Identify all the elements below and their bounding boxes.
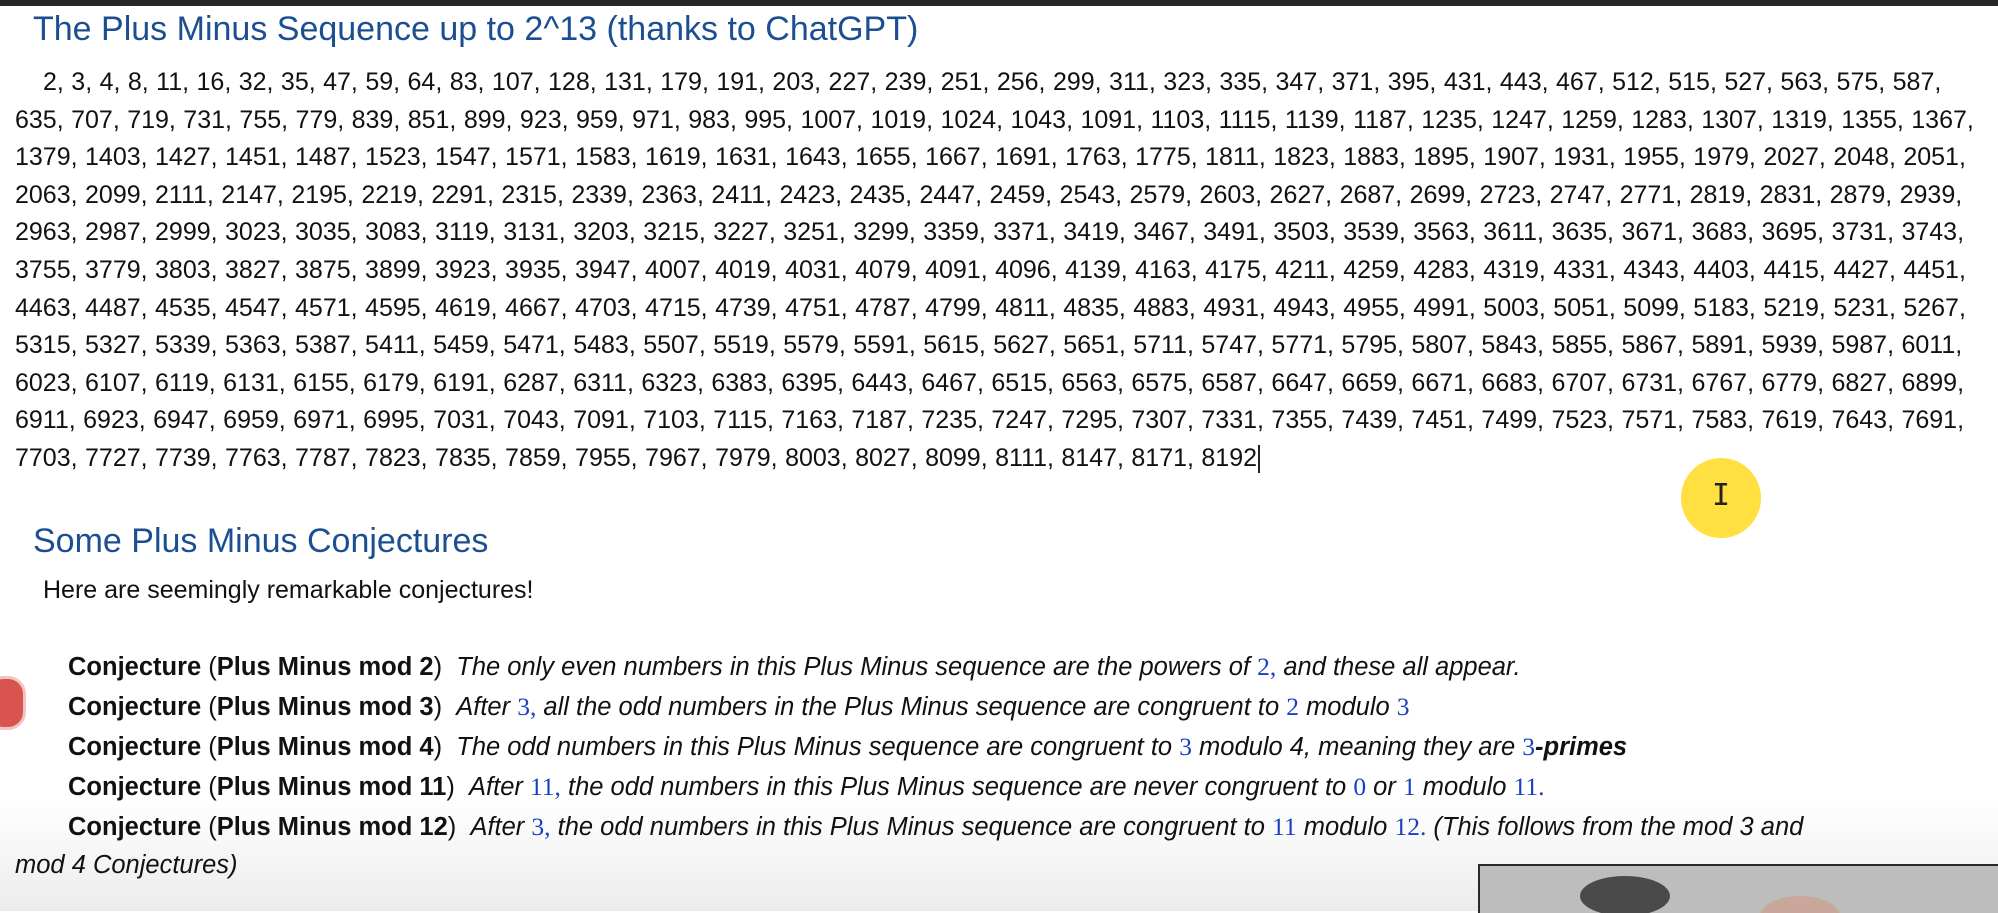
conjecture-mod-12: Conjecture (Plus Minus mod 12) After 3, … <box>68 812 1803 842</box>
conjecture-continuation: mod 4 Conjectures) <box>15 851 238 879</box>
intro-text: Here are seemingly remarkable conjecture… <box>43 576 534 604</box>
conjecture-label: Conjecture <box>68 693 202 721</box>
conjecture-text: After <box>456 693 511 721</box>
conjecture-text: After <box>469 773 523 801</box>
conjecture-text: modulo <box>1422 773 1507 801</box>
paren-open: ( <box>208 653 217 681</box>
conjecture-label: Conjecture <box>68 733 202 761</box>
conjecture-label: Conjecture <box>68 813 202 841</box>
conjecture-text: the odd numbers in this Plus Minus seque… <box>568 773 1347 801</box>
sequence-list[interactable]: 2, 3, 4, 8, 11, 16, 32, 35, 47, 59, 64, … <box>15 64 1995 478</box>
conjecture-name: Plus Minus mod 4 <box>216 733 434 761</box>
math-number: 12. <box>1394 812 1427 841</box>
math-number: 3 <box>1396 692 1410 721</box>
sequence-text: 2, 3, 4, 8, 11, 16, 32, 35, 47, 59, 64, … <box>15 68 1974 472</box>
math-number: 3 <box>1179 732 1192 761</box>
text-caret <box>1258 445 1261 474</box>
conjecture-text: and these all appear. <box>1283 653 1521 681</box>
conjecture-text: or <box>1373 773 1396 801</box>
conjecture-name: Plus Minus mod 11 <box>216 773 447 801</box>
text-cursor-icon: I <box>1712 478 1731 513</box>
conjecture-mod-2: Conjecture (Plus Minus mod 2) The only e… <box>68 652 1521 682</box>
page-title: The Plus Minus Sequence up to 2^13 (than… <box>33 10 919 48</box>
conjecture-text: modulo <box>1306 693 1390 721</box>
paren-close: ) <box>433 693 443 721</box>
conjecture-label: Conjecture <box>68 653 202 681</box>
webcam-overlay <box>1478 864 1998 913</box>
conjecture-text-bold: -primes <box>1535 733 1628 761</box>
conjecture-name: Plus Minus mod 3 <box>216 693 434 721</box>
conjecture-mod-3: Conjecture (Plus Minus mod 3) After 3, a… <box>68 692 1410 722</box>
conjecture-name: Plus Minus mod 2 <box>216 653 434 681</box>
paren-open: ( <box>208 693 217 721</box>
paren-close: ) <box>446 773 455 801</box>
conjecture-mod-11: Conjecture (Plus Minus mod 11) After 11,… <box>68 772 1544 802</box>
math-number: 0 <box>1353 772 1367 801</box>
conjecture-text: modulo <box>1303 813 1388 841</box>
conjecture-text: the odd numbers in this Plus Minus seque… <box>557 813 1265 841</box>
math-number: 3 <box>1522 732 1535 761</box>
conjecture-text: modulo 4, meaning they are <box>1199 733 1516 761</box>
conjecture-text: After <box>470 813 525 841</box>
conjecture-text: The only even numbers in this Plus Minus… <box>456 653 1251 681</box>
math-number: 3, <box>531 812 551 841</box>
conjecture-text: (This follows from the mod 3 and <box>1433 813 1804 841</box>
record-icon[interactable] <box>0 676 26 730</box>
math-number: 2, <box>1257 652 1277 681</box>
webcam-background-object <box>1580 876 1670 913</box>
conjecture-name: Plus Minus mod 12 <box>216 813 448 841</box>
webcam-person <box>1760 896 1840 913</box>
window-top-bar <box>0 0 1998 6</box>
math-number: 3, <box>517 692 537 721</box>
math-number: 1 <box>1402 772 1416 801</box>
conjecture-label: Conjecture <box>68 773 202 801</box>
conjecture-text: all the odd numbers in the Plus Minus se… <box>543 693 1280 721</box>
paren-close: ) <box>433 733 443 761</box>
paren-open: ( <box>208 733 217 761</box>
paren-close: ) <box>447 813 457 841</box>
paren-close: ) <box>433 653 443 681</box>
paren-open: ( <box>208 813 217 841</box>
conjecture-mod-4: Conjecture (Plus Minus mod 4) The odd nu… <box>68 732 1627 762</box>
math-number: 11. <box>1513 772 1545 801</box>
paren-open: ( <box>208 773 217 801</box>
math-number: 2 <box>1286 692 1299 721</box>
math-number: 11, <box>529 772 561 801</box>
section-title: Some Plus Minus Conjectures <box>33 522 489 560</box>
conjecture-text: The odd numbers in this Plus Minus seque… <box>456 733 1173 761</box>
math-number: 11 <box>1272 812 1297 841</box>
